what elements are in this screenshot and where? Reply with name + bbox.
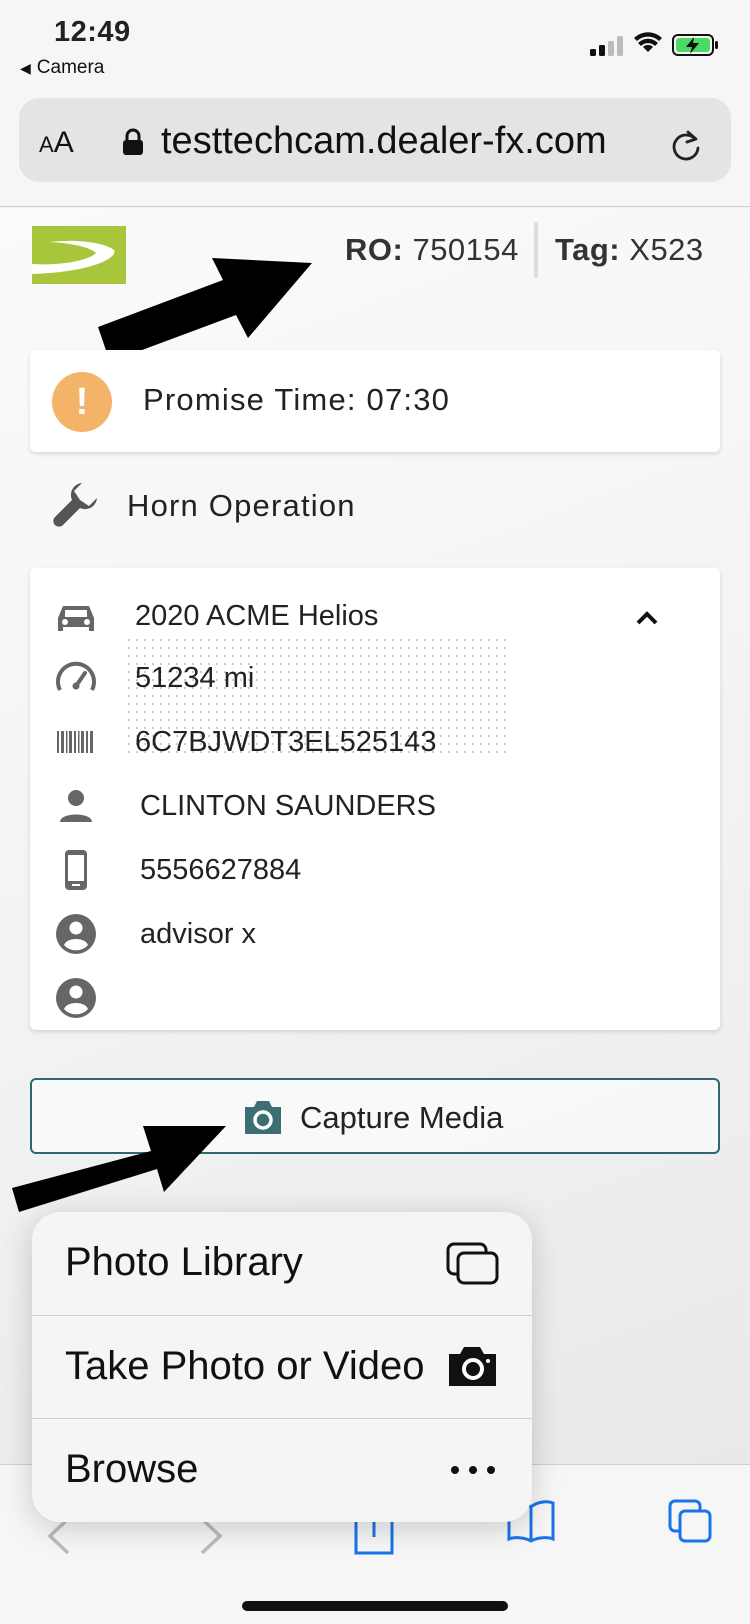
text-size-button[interactable]: AA xyxy=(39,126,74,160)
promise-time-card: ! Promise Time: 07:30 xyxy=(30,350,720,452)
speedometer-icon xyxy=(56,661,96,691)
annotation-arrow-bottom xyxy=(12,1126,226,1212)
vehicle-vin: 6C7BJWDT3EL525143 xyxy=(135,726,437,758)
home-indicator xyxy=(242,1601,508,1611)
wifi-icon xyxy=(634,32,662,52)
person-icon xyxy=(60,790,92,822)
ro-number: RO: 750154 xyxy=(345,232,519,267)
vehicle-model-row: 2020 ACME Helios xyxy=(30,588,720,644)
vehicle-info-card: 2020 ACME Helios 51234 mi 6C7BJWDT3EL525… xyxy=(30,568,720,1030)
advisor-name: advisor x xyxy=(140,918,257,950)
tabs-icon[interactable] xyxy=(666,1497,714,1545)
car-icon xyxy=(58,606,94,631)
menu-item-browse[interactable]: Browse xyxy=(32,1418,532,1521)
menu-item-take-photo[interactable]: Take Photo or Video xyxy=(32,1315,532,1418)
status-time: 12:49 xyxy=(54,16,131,48)
vin-row: 6C7BJWDT3EL525143 xyxy=(30,714,720,770)
cellular-signal-icon xyxy=(590,36,626,56)
customer-name: CLINTON SAUNDERS xyxy=(140,790,436,822)
camera-icon xyxy=(449,1347,496,1386)
browser-address-area: AA testtechcam.dealer-fx.com xyxy=(0,90,750,207)
operation-name: Horn Operation xyxy=(127,488,356,523)
camera-icon xyxy=(245,1101,281,1134)
warning-icon: ! xyxy=(52,372,112,432)
menu-item-photo-library[interactable]: Photo Library xyxy=(32,1212,532,1315)
phone-icon xyxy=(65,850,87,890)
mileage-row: 51234 mi xyxy=(30,650,720,706)
account-circle-icon xyxy=(56,978,96,1018)
chevron-up-icon[interactable] xyxy=(634,608,660,626)
header-divider xyxy=(534,222,538,278)
lock-icon xyxy=(123,128,143,155)
vehicle-mileage: 51234 mi xyxy=(135,662,255,694)
vehicle-model: 2020 ACME Helios xyxy=(135,600,379,632)
address-bar[interactable]: AA testtechcam.dealer-fx.com xyxy=(19,98,731,182)
back-app-label: Camera xyxy=(36,57,105,78)
tag-number: Tag: X523 xyxy=(555,232,704,267)
promise-time-text: Promise Time: 07:30 xyxy=(143,382,451,417)
status-bar: 12:49 ◀ Camera xyxy=(0,0,750,90)
phone-row: 5556627884 xyxy=(30,842,720,898)
battery-charging-icon xyxy=(672,34,718,56)
operation-row: Horn Operation xyxy=(52,480,652,530)
back-to-app-link[interactable]: ◀ Camera xyxy=(20,57,104,79)
menu-item-label: Take Photo or Video xyxy=(65,1344,425,1388)
menu-item-label: Browse xyxy=(65,1447,199,1491)
customer-phone[interactable]: 5556627884 xyxy=(140,854,301,887)
url-text: testtechcam.dealer-fx.com xyxy=(161,120,607,162)
wrench-icon xyxy=(53,483,97,527)
media-source-menu: Photo Library Take Photo or Video Browse xyxy=(32,1212,532,1522)
capture-media-label: Capture Media xyxy=(300,1100,504,1135)
customer-row: CLINTON SAUNDERS xyxy=(30,778,720,834)
technician-row xyxy=(30,970,720,1026)
ellipsis-icon xyxy=(451,1466,495,1474)
photo-library-icon xyxy=(446,1242,499,1285)
advisor-row: advisor x xyxy=(30,906,720,962)
reload-icon[interactable] xyxy=(669,126,703,162)
menu-item-label: Photo Library xyxy=(65,1240,303,1284)
account-circle-icon xyxy=(56,914,96,954)
back-triangle-icon: ◀ xyxy=(20,60,31,76)
barcode-icon xyxy=(57,731,93,753)
